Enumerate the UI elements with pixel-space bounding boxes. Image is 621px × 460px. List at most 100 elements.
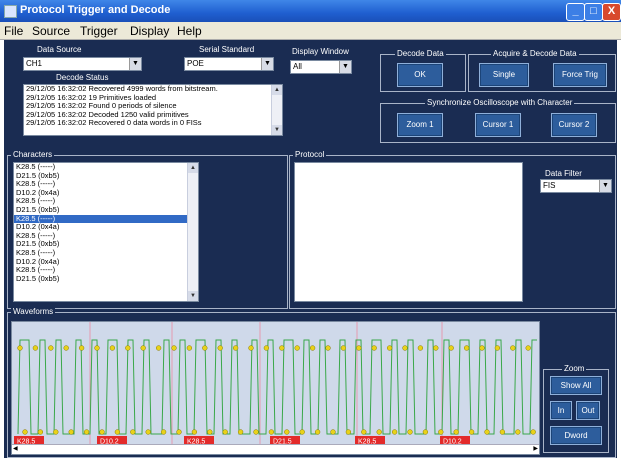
sample-dot	[263, 345, 270, 351]
zoom-label: Zoom	[562, 364, 587, 373]
sample-dot	[32, 345, 39, 351]
sample-dot	[125, 345, 131, 351]
sample-dot	[155, 345, 162, 351]
sample-dot	[191, 429, 198, 435]
sample-dot	[99, 429, 105, 435]
zoom-in-button[interactable]: In	[550, 401, 572, 420]
protocol-view[interactable]	[294, 162, 523, 302]
sample-dot	[386, 345, 393, 351]
maximize-button[interactable]: □	[584, 3, 603, 21]
sample-dot	[484, 429, 490, 435]
characters-group: Characters K28.5 (-----) D21.5 (0xb5) K2…	[7, 150, 288, 309]
zoom-out-button[interactable]: Out	[576, 401, 600, 420]
data-source-value: CH1	[26, 59, 43, 68]
characters-list[interactable]: K28.5 (-----) D21.5 (0xb5) K28.5 (-----)…	[13, 162, 199, 302]
waveform-scrollbar[interactable]: ◀ ▶	[12, 444, 539, 454]
waveforms-group: Waveforms K28.5 D10.2 K28.5 D21.5 K28.5 D10.2…	[7, 307, 616, 458]
sample-dot	[171, 345, 177, 351]
chevron-down-icon: ▼	[339, 61, 351, 73]
sample-dot	[186, 345, 193, 351]
sample-dot	[48, 345, 54, 351]
sample-dot	[160, 429, 167, 435]
sample-dot	[438, 429, 444, 435]
sample-dot	[299, 429, 305, 435]
sample-dot	[63, 345, 69, 351]
scroll-left-icon[interactable]: ◀	[13, 445, 18, 452]
force-trig-button[interactable]: Force Trig	[553, 63, 607, 87]
sample-dot	[453, 429, 459, 435]
sample-dot	[433, 345, 439, 351]
characters-label: Characters	[11, 150, 55, 159]
acquire-label: Acquire & Decode Data	[491, 49, 579, 58]
sample-dot	[109, 345, 116, 351]
sample-dot	[330, 429, 336, 435]
data-source-select[interactable]: CH1 ▼	[23, 57, 142, 71]
serial-standard-label: Serial Standard	[199, 45, 255, 54]
data-source-label: Data Source	[37, 45, 82, 54]
protocol-label: Protocol	[293, 150, 327, 159]
data-filter-select[interactable]: FIS ▼	[540, 179, 612, 193]
sample-dot	[422, 429, 429, 435]
sample-dot	[356, 345, 362, 351]
zoom-group: Zoom Show All In Out Dword	[543, 364, 609, 453]
zoom1-button[interactable]: Zoom 1	[397, 113, 443, 137]
serial-standard-value: POE	[187, 59, 204, 68]
main-panel: Data Source CH1 ▼ Serial Standard POE ▼ …	[4, 40, 617, 458]
sample-dot	[140, 345, 146, 351]
title-bar: Protocol Trigger and Decode _ □ X	[0, 0, 621, 22]
sample-dot	[515, 429, 521, 435]
sample-dot	[525, 345, 531, 351]
sample-dot	[361, 429, 367, 435]
sample-dot	[207, 429, 213, 435]
sync-label: Synchronize Oscilloscope with Character	[425, 98, 575, 107]
scroll-down-icon[interactable]: ▼	[188, 291, 198, 301]
chevron-down-icon: ▼	[129, 58, 141, 70]
sample-dot	[402, 345, 408, 351]
serial-standard-select[interactable]: POE ▼	[184, 57, 274, 71]
cursor2-button[interactable]: Cursor 2	[551, 113, 597, 137]
dword-button[interactable]: Dword	[550, 426, 602, 445]
cursor1-button[interactable]: Cursor 1	[475, 113, 521, 137]
sample-dot	[130, 429, 136, 435]
chevron-down-icon: ▼	[261, 58, 273, 70]
sample-dot	[83, 429, 90, 435]
single-button[interactable]: Single	[479, 63, 529, 87]
waveforms-label: Waveforms	[11, 307, 56, 316]
chevron-down-icon: ▼	[599, 180, 611, 192]
scroll-up-icon[interactable]: ▲	[188, 163, 198, 173]
sample-dot	[479, 345, 485, 351]
sample-dot	[499, 429, 506, 435]
window-title: Protocol Trigger and Decode	[20, 4, 171, 16]
sample-dot	[94, 345, 100, 351]
menu-display[interactable]: Display	[130, 24, 169, 38]
display-window-label: Display Window	[292, 47, 349, 56]
menu-trigger[interactable]: Trigger	[80, 24, 118, 38]
scroll-right-icon[interactable]: ▶	[533, 445, 538, 452]
decode-status-label: Decode Status	[56, 73, 109, 82]
sample-dot	[407, 429, 413, 435]
minimize-button[interactable]: _	[566, 3, 585, 21]
scroll-up-icon[interactable]: ▲	[272, 85, 282, 95]
show-all-button[interactable]: Show All	[550, 376, 602, 395]
characters-scrollbar[interactable]: ▲ ▼	[187, 163, 198, 301]
ok-button[interactable]: OK	[397, 63, 443, 87]
display-window-select[interactable]: All ▼	[290, 60, 352, 74]
close-button[interactable]: X	[602, 3, 621, 21]
sample-dot	[145, 429, 151, 435]
status-scrollbar[interactable]: ▲ ▼	[271, 85, 282, 135]
scroll-down-icon[interactable]: ▼	[272, 125, 282, 135]
decode-data-label: Decode Data	[395, 49, 446, 58]
sample-dot	[253, 429, 259, 435]
sample-dot	[376, 429, 382, 435]
sample-dot	[463, 345, 470, 351]
menu-file[interactable]: File	[4, 24, 23, 38]
sample-dot	[114, 429, 121, 435]
character-row[interactable]: D21.5 (0xb5)	[14, 274, 198, 284]
sample-dot	[371, 345, 377, 351]
sample-dot	[448, 345, 454, 351]
menu-help[interactable]: Help	[177, 24, 202, 38]
decode-status-log[interactable]: 29/12/05 16:32:02 Recovered 4999 words f…	[23, 84, 283, 136]
menu-source[interactable]: Source	[32, 24, 70, 38]
waveform-display[interactable]: K28.5 D10.2 K28.5 D21.5 K28.5 D10.2 ◀ ▶	[11, 321, 540, 455]
sample-dot	[68, 429, 74, 435]
